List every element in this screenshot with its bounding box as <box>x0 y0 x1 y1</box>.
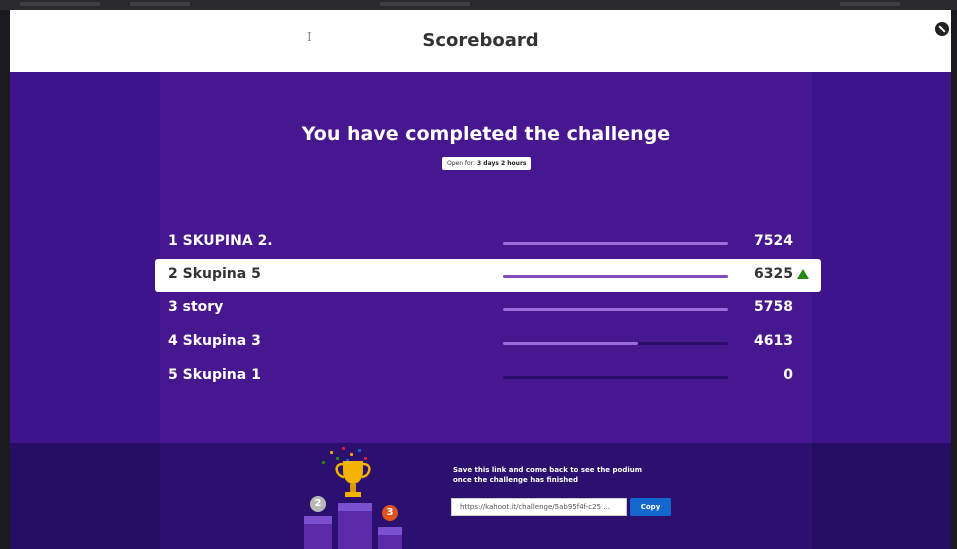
scoreboard-row-1: 1 SKUPINA 2. 7524 <box>155 226 821 259</box>
score-bar-fill <box>503 342 638 345</box>
right-panel-shade <box>812 72 951 443</box>
footer-left-shade <box>10 443 160 549</box>
podium-illustration: 2 3 <box>300 443 410 549</box>
player-score: 7524 <box>754 233 793 249</box>
podium-footer: 2 3 Save this link and come back to see … <box>10 443 951 549</box>
bronze-medal-icon: 3 <box>382 505 398 521</box>
scoreboard-header: I Scoreboard <box>10 10 951 72</box>
silver-medal-icon: 2 <box>310 496 326 512</box>
score-bar <box>503 342 728 345</box>
save-link-message-line1: Save this link and come back to see the … <box>453 466 642 474</box>
open-label: Open for: <box>447 160 478 167</box>
challenge-link-row: https://kahoot.it/challenge/5ab95f4f-c25… <box>451 498 671 516</box>
score-bar <box>503 275 728 278</box>
player-name: 5 Skupina 1 <box>168 367 261 383</box>
close-icon[interactable] <box>935 22 949 36</box>
page-title: Scoreboard <box>422 30 539 51</box>
save-link-message: Save this link and come back to see the … <box>453 465 693 485</box>
kahoot-window: I Scoreboard You have completed the chal… <box>0 0 957 549</box>
scoreboard-panel: You have completed the challenge Open fo… <box>10 72 951 443</box>
browser-top-strip <box>0 0 957 10</box>
player-name: 3 story <box>168 299 224 315</box>
scoreboard-row-3: 3 story 5758 <box>155 292 821 325</box>
score-bar-fill <box>503 275 728 278</box>
player-name: 1 SKUPINA 2. <box>168 233 273 249</box>
up-arrow-icon <box>797 269 809 279</box>
footer-right-shade <box>812 443 951 549</box>
scoreboard-row-2: 2 Skupina 5 6325 <box>155 259 821 292</box>
open-duration-value: 3 days 2 hours <box>477 160 527 167</box>
scoreboard-row-5: 5 Skupina 1 0 <box>155 360 821 393</box>
challenge-link-field[interactable]: https://kahoot.it/challenge/5ab95f4f-c25… <box>451 498 627 516</box>
player-name: 2 Skupina 5 <box>168 266 261 282</box>
score-bar <box>503 242 728 245</box>
podium-first-place <box>338 503 372 549</box>
trophy-icon <box>335 461 371 497</box>
score-bar-fill <box>503 242 728 245</box>
scoreboard-row-4: 4 Skupina 3 4613 <box>155 326 821 359</box>
save-link-message-line2: once the challenge has finished <box>453 476 579 484</box>
player-score: 6325 <box>754 266 793 282</box>
podium-second-place <box>304 516 332 549</box>
podium-third-place <box>378 527 402 549</box>
open-duration-badge: Open for: 3 days 2 hours <box>442 157 532 170</box>
player-score: 4613 <box>754 333 793 349</box>
completion-heading: You have completed the challenge <box>301 123 671 145</box>
player-name: 4 Skupina 3 <box>168 333 261 349</box>
player-score: 0 <box>783 367 793 383</box>
score-bar <box>503 376 728 379</box>
score-bar <box>503 308 728 311</box>
copy-button[interactable]: Copy <box>630 498 671 516</box>
left-panel-shade <box>10 72 160 443</box>
player-score: 5758 <box>754 299 793 315</box>
score-bar-fill <box>503 308 728 311</box>
